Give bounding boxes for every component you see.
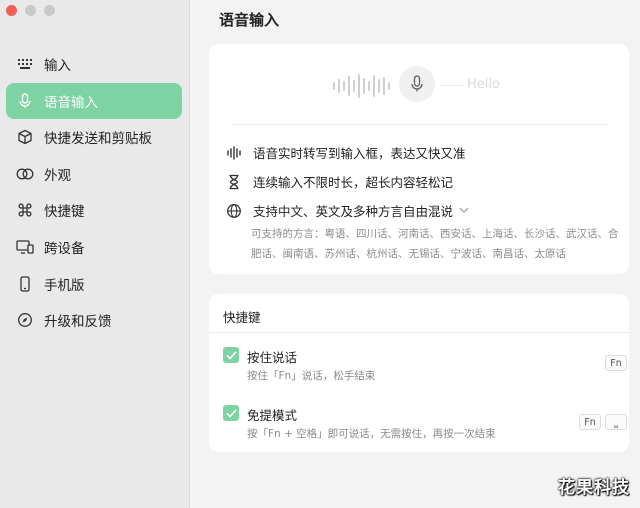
sidebar-nav: 输入 语音输入 快捷发送和剪贴板 外观 快捷键 跨设备 手机版 升级和反馈 xyxy=(6,46,182,339)
sidebar-item-appearance[interactable]: 外观 xyxy=(6,156,182,192)
sidebar: 输入 语音输入 快捷发送和剪贴板 外观 快捷键 跨设备 手机版 升级和反馈 xyxy=(0,0,190,508)
window-controls xyxy=(6,5,55,16)
sidebar-item-shortcuts[interactable]: 快捷键 xyxy=(6,192,182,228)
close-window-button[interactable] xyxy=(6,5,17,16)
sidebar-item-mobile[interactable]: 手机版 xyxy=(6,266,182,302)
keyboard-icon xyxy=(16,55,34,73)
feature-text: 连续输入不限时长，超长内容轻松记 xyxy=(253,175,454,190)
checkbox-push-to-talk[interactable] xyxy=(223,347,239,363)
microphone-icon xyxy=(411,75,423,92)
key-space[interactable]: ⎵ xyxy=(605,414,627,430)
cube-icon xyxy=(16,128,34,146)
sidebar-item-input[interactable]: 输入 xyxy=(6,46,182,82)
hourglass-icon xyxy=(225,174,243,190)
feature-languages[interactable]: 支持中文、英文及多种方言自由混说 xyxy=(225,201,469,220)
phone-icon xyxy=(16,275,34,293)
sidebar-item-upgrade-feedback[interactable]: 升级和反馈 xyxy=(6,302,182,338)
sidebar-item-label: 语音输入 xyxy=(44,94,98,111)
checkbox-hands-free[interactable] xyxy=(223,405,239,421)
voice-demo: Hello xyxy=(209,66,629,106)
sidebar-item-label: 快捷发送和剪贴板 xyxy=(44,131,152,148)
option-title: 免提模式 xyxy=(247,408,298,423)
devices-icon xyxy=(16,238,34,256)
key-fn[interactable]: Fn xyxy=(605,355,627,371)
voice-info-card: Hello 语音实时转写到输入框，表达又快又准 连续输入不限时长，超长内容轻松记… xyxy=(209,44,629,274)
globe-icon xyxy=(225,203,243,219)
sidebar-item-label: 输入 xyxy=(44,58,71,74)
key-fn[interactable]: Fn xyxy=(579,414,601,430)
transcribe-line xyxy=(441,85,463,86)
sidebar-item-cross-device[interactable]: 跨设备 xyxy=(6,229,182,265)
zoom-window-button[interactable] xyxy=(44,5,55,16)
feature-text: 支持中文、英文及多种方言自由混说 xyxy=(253,204,454,219)
sidebar-item-quick-send-clipboard[interactable]: 快捷发送和剪贴板 xyxy=(6,119,182,155)
sidebar-item-label: 手机版 xyxy=(44,277,85,294)
command-icon xyxy=(16,201,34,219)
divider xyxy=(209,332,629,333)
feature-realtime: 语音实时转写到输入框，表达又快又准 xyxy=(225,143,466,162)
sidebar-item-label: 升级和反馈 xyxy=(44,314,112,331)
page-title: 语音输入 xyxy=(219,11,280,29)
feature-unlimited: 连续输入不限时长，超长内容轻松记 xyxy=(225,172,453,191)
check-icon xyxy=(225,350,237,360)
compass-icon xyxy=(16,311,34,329)
option-title: 按住说话 xyxy=(247,350,298,365)
check-icon xyxy=(225,408,237,418)
sidebar-item-voice-input[interactable]: 语音输入 xyxy=(6,82,182,119)
chevron-down-icon[interactable] xyxy=(459,205,469,216)
supported-dialects: 可支持的方言：粤语、四川话、河南话、西安话、上海话、长沙话、武汉话、合肥话、闽南… xyxy=(251,228,619,260)
sidebar-item-label: 快捷键 xyxy=(44,204,85,221)
sidebar-item-label: 跨设备 xyxy=(44,240,85,257)
microphone-button[interactable] xyxy=(399,66,435,102)
overlapping-circles-icon xyxy=(16,165,34,183)
sidebar-item-label: 外观 xyxy=(44,167,71,184)
watermark: 花果科技 xyxy=(558,478,630,498)
divider xyxy=(233,124,607,125)
shortcut-section-title: 快捷键 xyxy=(223,310,261,325)
minimize-window-button[interactable] xyxy=(25,5,36,16)
option-description: 按「Fn + 空格」即可说话，无需按住，再按一次结束 xyxy=(247,428,496,440)
shortcut-card: 快捷键 按住说话 按住「Fn」说话，松手结束 Fn 免提模式 按「Fn + 空格… xyxy=(209,294,629,452)
waveform-animation xyxy=(333,72,390,100)
microphone-icon xyxy=(16,92,34,110)
waveform-icon xyxy=(225,145,243,160)
option-description: 按住「Fn」说话，松手结束 xyxy=(247,370,376,382)
feature-text: 语音实时转写到输入框，表达又快又准 xyxy=(253,146,466,161)
demo-hello-text: Hello xyxy=(467,77,500,92)
main-content: 语音输入 Hello 语音实时转写到输入框，表达又快又准 连续输入不限时长，超长… xyxy=(191,0,640,508)
